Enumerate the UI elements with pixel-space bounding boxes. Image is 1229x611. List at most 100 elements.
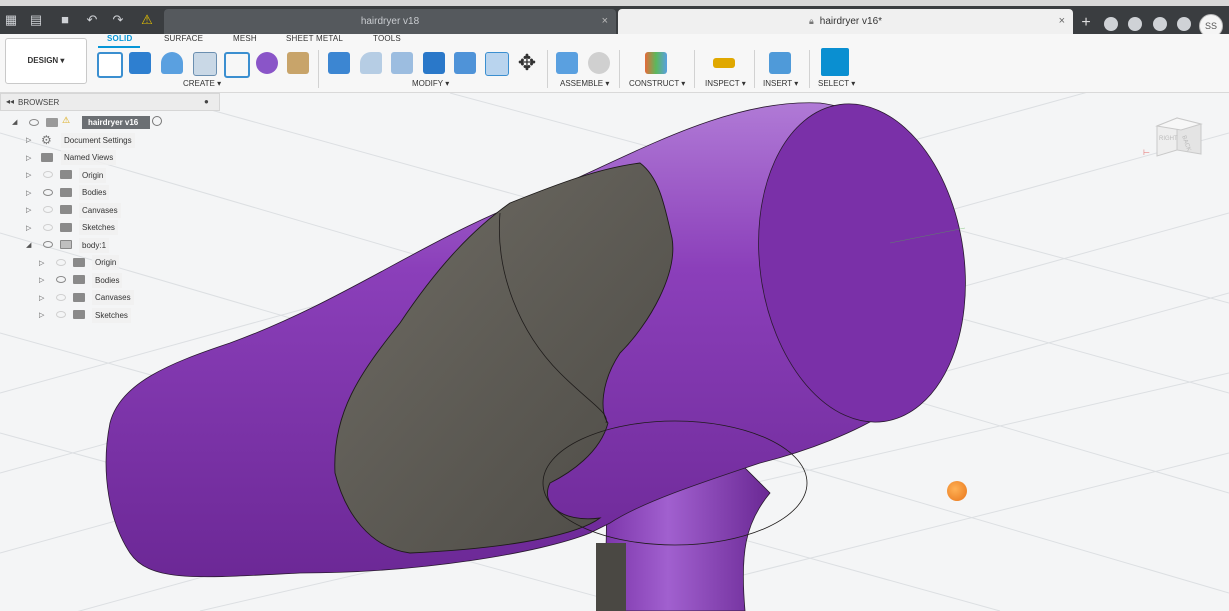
expand-arrow-icon[interactable]: ▷: [26, 224, 31, 232]
browser-item-sub-sketches[interactable]: Sketches: [92, 308, 131, 323]
folder-icon: [73, 275, 85, 284]
tab-bar: ▦ ▤ ■ ↶ ↷ ⚠ hairdryer v18 × 🔒︎ hairdryer …: [0, 6, 1229, 38]
visibility-eye-icon[interactable]: [56, 294, 66, 301]
new-tab-button[interactable]: +: [1078, 15, 1094, 31]
tab-solid[interactable]: SOLID: [107, 34, 132, 43]
close-tab-icon[interactable]: ×: [1059, 9, 1065, 34]
browser-item-body-1[interactable]: body:1: [79, 238, 110, 253]
job-status-icon[interactable]: [1104, 17, 1118, 31]
hole-icon[interactable]: [193, 52, 217, 76]
collapse-arrow-icon[interactable]: ◢: [26, 241, 31, 249]
chamfer-icon[interactable]: [391, 52, 413, 74]
inspect-menu[interactable]: INSPECT ▾: [705, 79, 746, 88]
visibility-eye-icon[interactable]: [43, 241, 53, 248]
folder-icon: [73, 258, 85, 267]
divider: [694, 50, 695, 88]
file-menu-icon[interactable]: ▤: [28, 12, 44, 28]
derive-icon[interactable]: [287, 52, 309, 74]
tab-sheet-metal[interactable]: SHEET METAL: [286, 34, 343, 43]
visibility-eye-icon[interactable]: [43, 171, 53, 178]
tab-label: hairdryer v18: [360, 16, 420, 27]
redo-icon[interactable]: ↷: [110, 12, 126, 28]
create-menu[interactable]: CREATE ▾: [183, 79, 221, 88]
tab-hairdryer-v16[interactable]: 🔒︎ hairdryer v16* ×: [618, 9, 1073, 34]
pattern-icon[interactable]: [224, 52, 250, 78]
new-component-icon[interactable]: [556, 52, 578, 74]
tab-surface[interactable]: SURFACE: [164, 34, 203, 43]
construct-menu[interactable]: CONSTRUCT ▾: [629, 79, 685, 88]
component-icon: [60, 240, 72, 249]
activate-radio-icon[interactable]: [152, 116, 162, 126]
assemble-menu[interactable]: ASSEMBLE ▾: [560, 79, 609, 88]
browser-item-sub-canvases[interactable]: Canvases: [92, 290, 134, 305]
visibility-eye-icon[interactable]: [56, 276, 66, 283]
browser-item-canvases[interactable]: Canvases: [79, 203, 121, 218]
expand-root-icon[interactable]: ◢: [12, 118, 17, 126]
expand-arrow-icon[interactable]: ▷: [39, 294, 44, 302]
browser-item-bodies[interactable]: Bodies: [79, 185, 110, 200]
folder-icon: [60, 205, 72, 214]
pin-icon[interactable]: ●: [204, 97, 209, 106]
visibility-eye-icon[interactable]: [29, 119, 39, 126]
browser-item-sub-bodies[interactable]: Bodies: [92, 273, 123, 288]
expand-arrow-icon[interactable]: ▷: [26, 189, 31, 197]
expand-arrow-icon[interactable]: ▷: [26, 136, 31, 144]
tab-hairdryer-v18[interactable]: hairdryer v18 ×: [164, 9, 616, 34]
expand-arrow-icon[interactable]: ▷: [26, 206, 31, 214]
active-tab-indicator: [98, 46, 140, 48]
expand-arrow-icon[interactable]: ▷: [26, 171, 31, 179]
notifications-icon[interactable]: [1153, 17, 1167, 31]
visibility-eye-icon[interactable]: [43, 206, 53, 213]
workspace-switcher[interactable]: DESIGN ▾: [5, 38, 87, 84]
fillet-icon[interactable]: [360, 52, 382, 74]
split-body-icon[interactable]: [485, 52, 509, 76]
measure-icon[interactable]: [713, 58, 735, 68]
shell-icon[interactable]: [423, 52, 445, 74]
joint-icon[interactable]: [588, 52, 610, 74]
browser-item-document-settings[interactable]: Document Settings: [61, 133, 135, 148]
revolve-icon[interactable]: [161, 52, 183, 74]
toolbar-ribbon: DESIGN ▾ SOLID SURFACE MESH SHEET METAL …: [0, 34, 1229, 93]
visibility-eye-icon[interactable]: [43, 224, 53, 231]
browser-item-sub-origin[interactable]: Origin: [92, 255, 120, 270]
visibility-eye-icon[interactable]: [56, 259, 66, 266]
insert-menu[interactable]: INSERT ▾: [763, 79, 798, 88]
visibility-eye-icon[interactable]: [56, 311, 66, 318]
offset-plane-icon[interactable]: [645, 52, 667, 74]
create-sketch-icon[interactable]: [97, 52, 123, 78]
warning-icon[interactable]: ⚠: [139, 12, 155, 28]
undo-icon[interactable]: ↶: [84, 12, 100, 28]
browser-item-sketches[interactable]: Sketches: [79, 220, 118, 235]
press-pull-icon[interactable]: [328, 52, 350, 74]
folder-icon: [60, 188, 72, 197]
save-icon[interactable]: ■: [57, 12, 73, 28]
help-icon[interactable]: [1177, 17, 1191, 31]
modify-menu[interactable]: MODIFY ▾: [412, 79, 449, 88]
collapse-panel-icon[interactable]: ◂◂: [6, 97, 14, 106]
select-icon[interactable]: [821, 48, 849, 76]
app-grid-icon[interactable]: ▦: [3, 12, 19, 28]
move-icon[interactable]: ✥: [516, 52, 538, 74]
expand-arrow-icon[interactable]: ▷: [26, 154, 31, 162]
folder-icon: [73, 310, 85, 319]
tab-mesh[interactable]: MESH: [233, 34, 257, 43]
browser-header[interactable]: ◂◂ BROWSER ●: [0, 93, 220, 111]
close-tab-icon[interactable]: ×: [602, 9, 608, 34]
browser-root-node[interactable]: hairdryer v16: [82, 116, 150, 129]
browser-item-origin[interactable]: Origin: [79, 168, 107, 183]
extrude-icon[interactable]: [129, 52, 151, 74]
expand-arrow-icon[interactable]: ▷: [39, 311, 44, 319]
folder-icon: [73, 293, 85, 302]
expand-arrow-icon[interactable]: ▷: [39, 259, 44, 267]
cursor-highlight: [947, 481, 967, 501]
view-cube[interactable]: RIGHT BACK: [1153, 108, 1205, 160]
insert-canvas-icon[interactable]: [769, 52, 791, 74]
tab-tools[interactable]: TOOLS: [373, 34, 401, 43]
extensions-icon[interactable]: [1128, 17, 1142, 31]
create-form-icon[interactable]: [256, 52, 278, 74]
combine-icon[interactable]: [454, 52, 476, 74]
browser-item-named-views[interactable]: Named Views: [61, 150, 117, 165]
select-menu[interactable]: SELECT ▾: [818, 79, 855, 88]
visibility-eye-icon[interactable]: [43, 189, 53, 196]
expand-arrow-icon[interactable]: ▷: [39, 276, 44, 284]
